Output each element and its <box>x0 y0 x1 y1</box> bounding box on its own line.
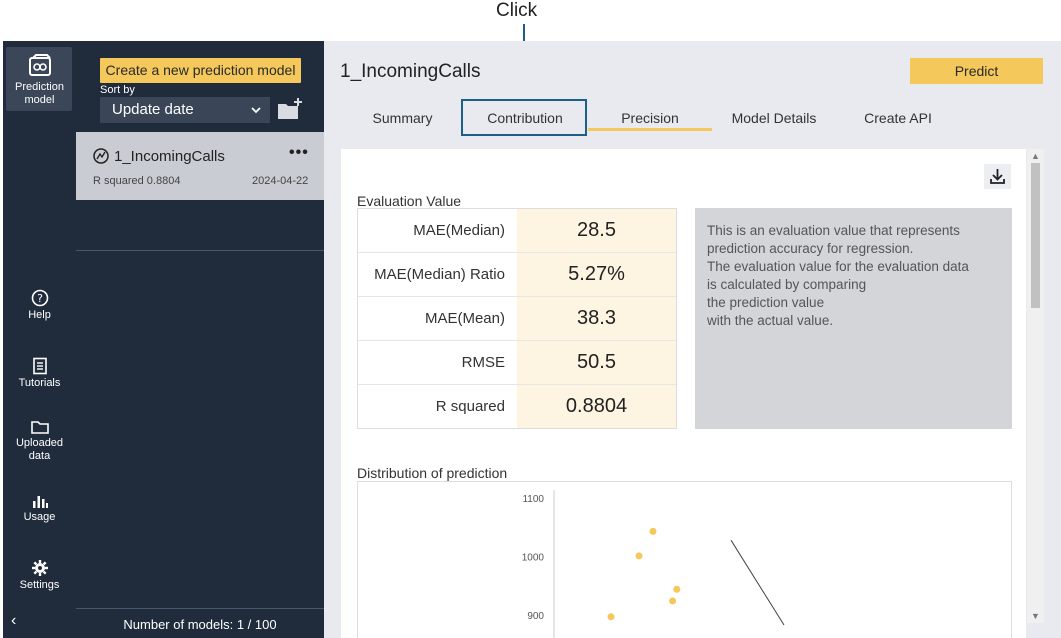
download-icon <box>984 169 1011 193</box>
active-tab-indicator <box>588 128 712 131</box>
sort-by-label: Sort by <box>100 84 135 96</box>
folder-icon <box>3 419 76 435</box>
click-annotation-label: Click <box>496 0 538 21</box>
metric-value: 38.3 <box>517 297 676 340</box>
rail-label-uploaded-data: Uploaded data <box>15 437 64 462</box>
rail-label-usage: Usage <box>23 511 56 523</box>
scroll-up-icon[interactable]: ▲ <box>1031 151 1040 161</box>
chevron-left-icon[interactable]: ‹ <box>11 612 16 630</box>
sort-select[interactable]: Update date <box>100 97 270 123</box>
table-row: MAE(Median) 28.5 <box>358 209 676 253</box>
rail-label-help: Help <box>28 309 51 321</box>
table-row: R squared 0.8804 <box>358 385 676 429</box>
evaluation-description: This is an evaluation value that represe… <box>695 208 1012 429</box>
model-count: Number of models: 1 / 100 <box>123 617 277 632</box>
nav-rail: Prediction model ? Help Tutorials Upload… <box>3 41 76 638</box>
scatter-point <box>607 613 615 621</box>
regression-model-icon <box>93 148 109 169</box>
tab-precision[interactable]: Precision <box>588 101 712 131</box>
evaluation-table: MAE(Median) 28.5 MAE(Median) Ratio 5.27%… <box>357 208 677 429</box>
rail-label-prediction-model: Prediction model <box>15 81 64 106</box>
rail-label-settings: Settings <box>19 579 60 591</box>
precision-content: Evaluation Value MAE(Median) 28.5 MAE(Me… <box>341 149 1026 638</box>
tutorials-icon <box>3 357 76 375</box>
main-panel: 1_IncomingCalls Predict Summary Contribu… <box>324 41 1061 638</box>
tab-summary[interactable]: Summary <box>344 101 461 131</box>
rail-item-uploaded-data[interactable]: Uploaded data <box>3 419 76 463</box>
model-name: 1_IncomingCalls <box>114 148 225 165</box>
sort-select-value: Update date <box>112 101 194 118</box>
y-tick-label: 900 <box>527 611 544 622</box>
scatter-point <box>673 585 681 593</box>
page-title: 1_IncomingCalls <box>340 61 481 82</box>
prediction-model-icon <box>3 53 76 79</box>
scatter-point <box>669 597 677 605</box>
gear-icon <box>3 559 76 577</box>
model-date: 2024-04-22 <box>252 175 309 187</box>
metric-value: 28.5 <box>517 209 676 252</box>
help-icon: ? <box>3 289 76 307</box>
model-list-panel: Create a new prediction model Sort by Up… <box>76 41 324 638</box>
list-footer-divider <box>76 608 324 609</box>
evaluation-value-label: Evaluation Value <box>357 193 462 209</box>
bar-chart-icon <box>3 493 76 509</box>
rail-item-help[interactable]: ? Help <box>3 289 76 322</box>
table-row: MAE(Mean) 38.3 <box>358 297 676 341</box>
metric-value: 50.5 <box>517 341 676 384</box>
vertical-scrollbar[interactable]: ▲ ▼ <box>1027 149 1044 623</box>
y-tick-label: 1000 <box>522 553 545 564</box>
table-row: RMSE 50.5 <box>358 341 676 385</box>
list-divider <box>76 250 324 251</box>
model-r-squared: R squared 0.8804 <box>93 175 181 187</box>
tab-model-details[interactable]: Model Details <box>714 101 834 131</box>
rail-item-settings[interactable]: Settings <box>3 559 76 592</box>
rail-label-tutorials: Tutorials <box>18 377 61 389</box>
rail-item-usage[interactable]: Usage <box>3 493 76 524</box>
tab-create-api[interactable]: Create API <box>834 101 962 131</box>
new-folder-icon[interactable] <box>277 98 303 125</box>
table-row: MAE(Median) Ratio 5.27% <box>358 253 676 297</box>
distribution-chart: 1100 1000 900 <box>357 481 1012 638</box>
metric-name: MAE(Mean) <box>424 310 505 327</box>
rail-item-prediction-model[interactable]: Prediction model <box>3 53 76 107</box>
model-list-item[interactable]: 1_IncomingCalls ••• R squared 0.8804 202… <box>76 132 324 200</box>
metric-name: RMSE <box>461 354 505 371</box>
metric-name: R squared <box>435 398 505 415</box>
scrollbar-thumb[interactable] <box>1031 163 1040 308</box>
chevron-down-icon <box>250 97 262 132</box>
more-options-icon[interactable]: ••• <box>289 144 309 162</box>
scatter-point <box>635 552 643 560</box>
reference-line <box>730 539 785 626</box>
click-target-highlight <box>461 99 587 136</box>
predict-button[interactable]: Predict <box>910 58 1043 84</box>
distribution-label: Distribution of prediction <box>357 465 508 481</box>
scatter-point <box>649 527 657 535</box>
y-tick-label: 1100 <box>522 494 544 505</box>
metric-name: MAE(Median) <box>413 222 505 239</box>
create-model-button[interactable]: Create a new prediction model <box>100 58 301 83</box>
download-button[interactable] <box>984 164 1011 189</box>
scroll-down-icon[interactable]: ▼ <box>1031 611 1040 621</box>
metric-name: MAE(Median) Ratio <box>374 266 505 283</box>
rail-item-tutorials[interactable]: Tutorials <box>3 357 76 390</box>
metric-value: 5.27% <box>517 253 676 296</box>
svg-text:?: ? <box>37 292 43 305</box>
metric-value: 0.8804 <box>517 385 676 428</box>
scatter-plot: 1100 1000 900 <box>522 490 785 638</box>
